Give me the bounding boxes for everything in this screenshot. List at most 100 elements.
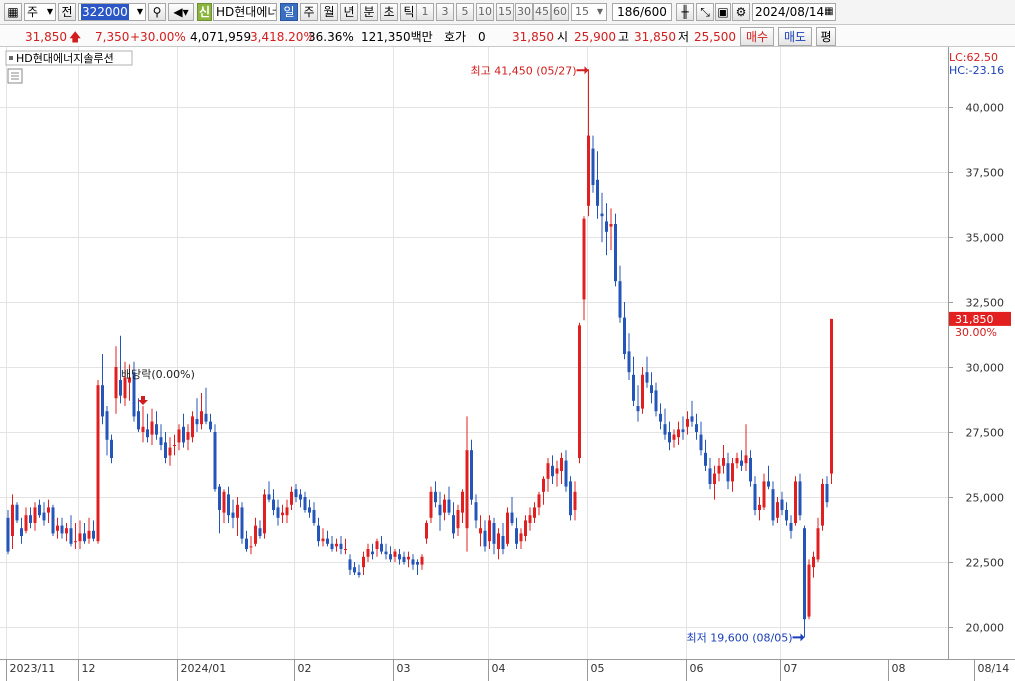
menu-icon[interactable]: ▦ <box>4 3 22 21</box>
candle-body <box>177 429 181 443</box>
x-tick-label: 08/14 <box>978 662 1010 675</box>
y-tick-label: 22,500 <box>966 557 1005 570</box>
candle-body <box>677 429 680 438</box>
tab-week[interactable]: 주 <box>300 3 318 21</box>
date-input[interactable]: 2024/08/14 ▦ <box>752 3 836 21</box>
y-tick-label: 30,000 <box>966 362 1005 375</box>
candle-body <box>726 463 730 482</box>
tab-minute[interactable]: 분 <box>360 3 378 21</box>
candle-body <box>600 213 604 217</box>
volume: 4,071,959 <box>190 30 252 44</box>
candle-body <box>704 452 707 466</box>
draw-tool-icon[interactable]: ⤡ <box>696 3 714 21</box>
candle-body <box>20 528 23 536</box>
tab-day[interactable]: 일 <box>280 3 298 21</box>
interval-45[interactable]: 45 <box>533 3 551 21</box>
x-tick-label: 08 <box>892 662 906 675</box>
candle-body <box>258 528 262 536</box>
chart-title: HD현대에너지솔루션 <box>16 52 114 65</box>
buy-button[interactable]: 매수 <box>740 27 774 46</box>
candle-body <box>276 507 280 518</box>
avg-button[interactable]: 평 <box>816 27 836 46</box>
interval-30[interactable]: 30 <box>515 3 533 21</box>
candle-body <box>699 434 703 451</box>
candle-body <box>821 484 824 526</box>
candle-body <box>87 530 91 539</box>
interval-5[interactable]: 5 <box>456 3 474 21</box>
candle-body <box>681 429 685 432</box>
calendar-icon: ▦ <box>824 6 834 17</box>
candle-body <box>627 351 631 373</box>
candle-body <box>713 473 716 484</box>
candle-body <box>438 504 442 516</box>
tab-second[interactable]: 초 <box>380 3 398 21</box>
candle-body <box>101 385 104 417</box>
gear-icon[interactable]: ⚙ <box>732 3 750 21</box>
prev-button[interactable]: 전 <box>58 3 76 21</box>
candle-body <box>308 507 311 513</box>
interval-15[interactable]: 15 <box>496 3 514 21</box>
candle-body <box>717 465 721 474</box>
candle-body <box>200 411 203 425</box>
candle-body <box>510 512 514 523</box>
candle-body <box>722 458 725 466</box>
candle-body <box>537 494 541 508</box>
y-tick-label: 20,000 <box>966 622 1005 635</box>
market-select[interactable]: 주 ▼ <box>24 3 56 21</box>
candle-body <box>546 463 550 479</box>
price-change: 7,350 <box>95 30 130 44</box>
candle-body <box>528 515 532 523</box>
chevron-down-icon: ▼ <box>596 7 603 16</box>
candle-body <box>357 572 361 575</box>
interval-custom-select[interactable]: 15 ▼ <box>571 3 607 21</box>
candle-body <box>141 426 145 432</box>
candle-body <box>6 517 10 552</box>
y-tick-label: 35,000 <box>966 232 1005 245</box>
interval-60[interactable]: 60 <box>551 3 569 21</box>
x-tick-label: 04 <box>492 662 506 675</box>
candle-body <box>60 525 64 534</box>
sell-button[interactable]: 매도 <box>778 27 812 46</box>
candle-body <box>411 559 415 565</box>
tab-year[interactable]: 년 <box>340 3 358 21</box>
candle-body <box>555 468 559 474</box>
candle-body <box>515 528 518 544</box>
candle-body <box>753 484 757 510</box>
stock-code-input[interactable]: 322000 ▼ <box>78 3 146 21</box>
candle-body <box>803 528 806 620</box>
candlestick-chart[interactable]: 20,000 22,500 25,000 27,500 30,000 32,500 35,0… <box>0 47 1015 681</box>
interval-10[interactable]: 10 <box>476 3 494 21</box>
candle-body <box>321 538 325 542</box>
speaker-icon[interactable]: ◀▾ <box>168 3 194 21</box>
candle-body <box>780 499 784 510</box>
candle-body <box>105 411 109 440</box>
search-icon[interactable]: ⚲ <box>148 3 166 21</box>
candle-body <box>645 372 649 383</box>
chart-type-icon[interactable]: ╫ <box>676 3 694 21</box>
candle-body <box>254 525 257 544</box>
candle-body <box>731 463 734 482</box>
candle-body <box>263 494 266 534</box>
candle-body <box>335 543 338 547</box>
candle-body <box>146 429 149 438</box>
interval-1[interactable]: 1 <box>416 3 434 21</box>
x-tick-label: 06 <box>690 662 704 675</box>
candle-body <box>110 439 113 458</box>
candle-body <box>686 419 689 427</box>
lc-label: LC:62.50 <box>949 51 998 64</box>
candle-body <box>312 510 316 523</box>
candle-body <box>416 562 419 565</box>
max-annotation: 최고 41,450 (05/27) <box>470 64 576 77</box>
candle-body <box>641 374 644 409</box>
save-icon[interactable]: ▣ <box>715 3 731 21</box>
interval-3[interactable]: 3 <box>436 3 454 21</box>
candle-body <box>506 512 509 544</box>
tab-month[interactable]: 월 <box>320 3 338 21</box>
candle-body <box>807 564 811 617</box>
candle-body <box>654 390 658 412</box>
candle-body <box>69 528 73 544</box>
low-label: 저 <box>678 30 690 44</box>
candle-body <box>249 546 253 548</box>
candle-body <box>173 445 176 446</box>
candle-body <box>213 432 217 490</box>
